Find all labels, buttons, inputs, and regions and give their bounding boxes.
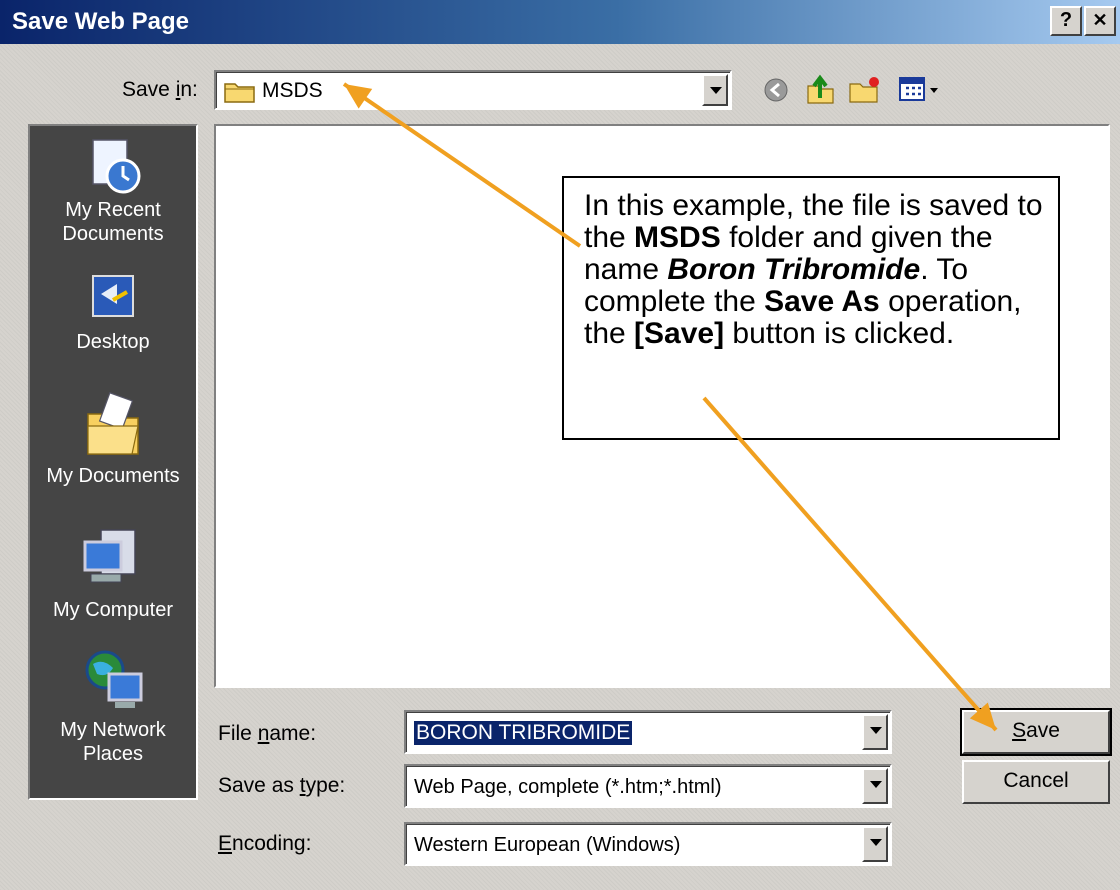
close-icon: ✕ [1092,10,1108,30]
help-icon: ? [1059,9,1073,31]
title-bar[interactable]: Save Web Page ? ✕ [0,0,1120,44]
chevron-down-icon [710,87,722,94]
back-icon[interactable] [762,76,790,104]
folder-icon [224,83,255,103]
window-title: Save Web Page [12,8,189,35]
place-my-documents[interactable]: My Documents [30,388,196,488]
save-as-type-label: Save as type: [218,774,346,797]
file-name-label: File name: [218,722,317,745]
place-my-network-places[interactable]: My Network Places [30,648,196,766]
file-name-input[interactable]: BORON TRIBROMIDE [414,721,633,745]
save-as-type-select[interactable]: Web Page, complete (*.htm;*.html) [404,764,892,808]
recent-documents-icon [92,139,141,194]
encoding-value: Western European (Windows) [414,834,681,856]
file-name-combo[interactable]: BORON TRIBROMIDE [404,710,892,754]
encoding-select[interactable]: Western European (Windows) [404,822,892,866]
chevron-down-icon [870,839,882,846]
help-button[interactable]: ? [1050,6,1082,36]
places-bar: My RecentDocuments Desktop My Documents [28,124,198,800]
save-in-combo[interactable]: MSDS [214,70,732,110]
save-in-dropdown-button[interactable] [702,74,728,106]
close-button[interactable]: ✕ [1084,6,1116,36]
place-my-computer[interactable]: My Computer [30,522,196,622]
views-menu-icon[interactable] [898,74,944,104]
cancel-button[interactable]: Cancel [962,760,1110,804]
my-computer-icon [83,529,136,583]
desktop-icon [92,275,134,317]
chevron-down-icon [870,781,882,788]
chevron-down-icon [870,727,882,734]
save-web-page-dialog: Save Web Page ? ✕ Save in: MSDS My Recen… [0,0,1120,890]
file-name-dropdown-button[interactable] [862,714,888,750]
save-as-type-dropdown-button[interactable] [862,768,888,804]
encoding-dropdown-button[interactable] [862,826,888,862]
save-in-label: Save in: [122,78,198,101]
place-my-recent-documents[interactable]: My Recent Documents [30,136,196,246]
my-documents-icon [87,392,139,455]
new-folder-icon[interactable] [848,74,882,106]
save-button[interactable]: Save [960,708,1112,756]
up-one-level-icon[interactable] [804,72,836,106]
encoding-label: Encoding: [218,832,312,855]
save-in-value: MSDS [262,79,323,102]
save-as-type-value: Web Page, complete (*.htm;*.html) [414,776,722,798]
instruction-callout: In this example, the file is saved to th… [562,176,1060,440]
place-desktop[interactable]: Desktop [30,270,196,354]
network-places-icon [85,650,143,708]
